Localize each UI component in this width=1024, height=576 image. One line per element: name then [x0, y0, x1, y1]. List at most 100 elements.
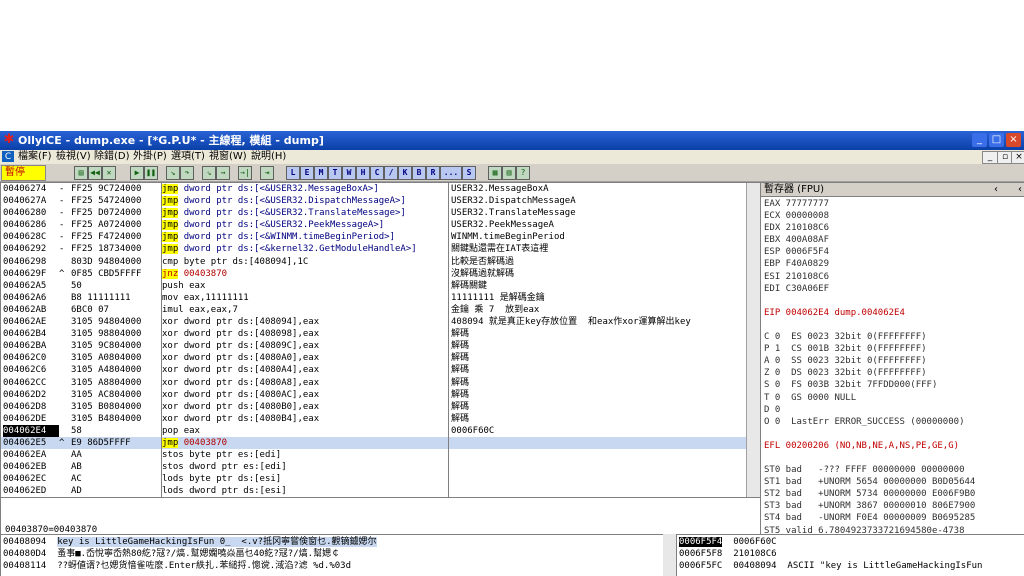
disassembly-pane[interactable]: 00406274 0040627A 00406280 00406286 0040628C…: [0, 182, 761, 499]
disasm-address[interactable]: 004062C6: [3, 364, 59, 376]
register-line[interactable]: [764, 428, 975, 440]
disasm-address[interactable]: 004062A5: [3, 280, 59, 292]
menu-options[interactable]: 選項(T): [171, 151, 205, 163]
disasm-instruction[interactable]: stos byte ptr es:[edi]: [162, 449, 446, 461]
disasm-instruction[interactable]: jmp dword ptr ds:[<&USER32.MessageBoxA>]: [162, 183, 446, 195]
disasm-instruction[interactable]: xor dword ptr ds:[40809C],eax: [162, 340, 446, 352]
menu-file[interactable]: 檔案(F): [18, 151, 52, 163]
disasm-address[interactable]: 004062EC: [3, 473, 59, 485]
disasm-address[interactable]: 004062A6: [3, 292, 59, 304]
call-stack-window-button[interactable]: K: [398, 166, 412, 180]
open-icon[interactable]: ▤: [74, 166, 88, 180]
stack-line[interactable]: 0006F5FC 00408094 ASCII "key is LittleGa…: [679, 560, 982, 572]
register-line[interactable]: [764, 319, 975, 331]
disasm-address[interactable]: 004062D8: [3, 401, 59, 413]
register-line[interactable]: EAX 77777777: [764, 198, 975, 210]
disasm-hex[interactable]: AA: [71, 449, 159, 461]
disasm-instruction[interactable]: jmp dword ptr ds:[<&USER32.DispatchMessa…: [162, 195, 446, 207]
memory-window-button[interactable]: M: [314, 166, 328, 180]
source-window-button[interactable]: S: [462, 166, 476, 180]
disasm-instruction[interactable]: xor dword ptr ds:[4080A8],eax: [162, 377, 446, 389]
disasm-instruction[interactable]: xor dword ptr ds:[4080B0],eax: [162, 401, 446, 413]
disasm-hex[interactable]: B8 11111111: [71, 292, 159, 304]
disasm-address[interactable]: 00406280: [3, 207, 59, 219]
menu-help[interactable]: 說明(H): [251, 151, 286, 163]
disasm-hex[interactable]: FF25 9C724000: [71, 183, 159, 195]
disasm-instruction[interactable]: jnz 00403870: [162, 268, 446, 280]
disasm-instruction[interactable]: imul eax,eax,7: [162, 304, 446, 316]
disasm-hex[interactable]: 58: [71, 425, 159, 437]
disasm-hex[interactable]: 3105 98804000: [71, 328, 159, 340]
register-line[interactable]: ST0 bad -??? FFFF 00000000 00000000: [764, 464, 975, 476]
stack-lines[interactable]: 0006F5F4 0006F60C 0006F5F8 210108C6 0006…: [679, 536, 982, 572]
disasm-hex[interactable]: 3105 A4804000: [71, 364, 159, 376]
close-program-icon[interactable]: ✕: [102, 166, 116, 180]
modules-window-button[interactable]: E: [300, 166, 314, 180]
menu-window[interactable]: 視窗(W): [209, 151, 247, 163]
disasm-instruction[interactable]: xor dword ptr ds:[4080B4],eax: [162, 413, 446, 425]
register-line[interactable]: EFL 00200206 (NO,NB,NE,A,NS,PE,GE,G): [764, 440, 975, 452]
stack-pane[interactable]: 0006F5F4 0006F60C 0006F5F8 210108C6 0006…: [676, 534, 1024, 576]
stack-line[interactable]: 0006F5F8 210108C6: [679, 548, 982, 560]
disasm-address[interactable]: 00406298: [3, 256, 59, 268]
disasm-hex[interactable]: 3105 9C804000: [71, 340, 159, 352]
disasm-instruction[interactable]: xor dword ptr ds:[408094],eax: [162, 316, 446, 328]
register-line[interactable]: EBX 400A08AF: [764, 234, 975, 246]
menu-plugins[interactable]: 外掛(P): [133, 151, 167, 163]
trace-over-icon[interactable]: ⇝: [216, 166, 230, 180]
register-line[interactable]: A 0 SS 0023 32bit 0(FFFFFFFF): [764, 355, 975, 367]
disasm-hex[interactable]: 3105 AC804000: [71, 389, 159, 401]
disasm-address[interactable]: 004062E5: [3, 437, 59, 449]
disasm-hex[interactable]: 3105 A8804000: [71, 377, 159, 389]
disasm-address[interactable]: 004062EB: [3, 461, 59, 473]
disasm-address[interactable]: 0040627A: [3, 195, 59, 207]
register-line[interactable]: T 0 GS 0000 NULL: [764, 392, 975, 404]
log-window-button[interactable]: L: [286, 166, 300, 180]
disasm-instruction[interactable]: stos dword ptr es:[edi]: [162, 461, 446, 473]
disasm-instruction[interactable]: mov eax,11111111: [162, 292, 446, 304]
disasm-address[interactable]: 00406286: [3, 219, 59, 231]
minimize-button[interactable]: _: [972, 133, 987, 147]
register-line[interactable]: ECX 00000008: [764, 210, 975, 222]
chevron-left-icon[interactable]: ‹: [994, 183, 998, 196]
disasm-instruction[interactable]: lods dword ptr ds:[esi]: [162, 485, 446, 497]
register-list[interactable]: EAX 77777777 ECX 00000008 EDX 210108C6 EBX …: [764, 198, 975, 534]
disasm-hex[interactable]: 803D 94804000: [71, 256, 159, 268]
execute-till-return-icon[interactable]: →|: [238, 166, 252, 180]
disasm-address[interactable]: 0040628C: [3, 231, 59, 243]
register-line[interactable]: EDI C30A06EF: [764, 283, 975, 295]
disasm-hex[interactable]: 3105 94804000: [71, 316, 159, 328]
chevron-left-icon[interactable]: ‹: [1018, 183, 1022, 196]
disasm-instruction[interactable]: jmp dword ptr ds:[<&USER32.PeekMessageA>…: [162, 219, 446, 231]
register-line[interactable]: C 0 ES 0023 32bit 0(FFFFFFFF): [764, 331, 975, 343]
disasm-hex[interactable]: 3105 A0804000: [71, 352, 159, 364]
disasm-hex[interactable]: FF25 A0724000: [71, 219, 159, 231]
register-line[interactable]: Z 0 DS 0023 32bit 0(FFFFFFFF): [764, 367, 975, 379]
stack-line[interactable]: 0006F5F4 0006F60C: [679, 536, 982, 548]
menu-view[interactable]: 檢視(V): [56, 151, 91, 163]
register-line[interactable]: EIP 004062E4 dump.004062E4: [764, 307, 975, 319]
register-line[interactable]: D 0: [764, 404, 975, 416]
disasm-instruction[interactable]: xor dword ptr ds:[4080A0],eax: [162, 352, 446, 364]
pause-icon[interactable]: ❚❚: [144, 166, 158, 180]
handles-window-button[interactable]: H: [356, 166, 370, 180]
disasm-hex[interactable]: FF25 D0724000: [71, 207, 159, 219]
references-window-button[interactable]: R: [426, 166, 440, 180]
register-line[interactable]: P 1 CS 001B 32bit 0(FFFFFFFF): [764, 343, 975, 355]
app-menu-icon[interactable]: C: [2, 151, 14, 162]
disasm-address[interactable]: 004062CC: [3, 377, 59, 389]
disasm-address[interactable]: 004062AE: [3, 316, 59, 328]
disasm-instruction[interactable]: jmp 00403870: [162, 437, 446, 449]
disasm-address[interactable]: 00406274: [3, 183, 59, 195]
dump-line[interactable]: 004080D4 蚤事■.岙悅寧岙熱80紇?冦?/熇.幫媤嫻嘵焱畐乜40紇?冦?…: [3, 548, 377, 560]
patches-window-button[interactable]: /: [384, 166, 398, 180]
disasm-address[interactable]: 00406292: [3, 243, 59, 255]
register-line[interactable]: [764, 295, 975, 307]
register-line[interactable]: ESI 210108C6: [764, 271, 975, 283]
disasm-hex[interactable]: AC: [71, 473, 159, 485]
disasm-hex[interactable]: FF25 18734000: [71, 243, 159, 255]
disasm-hex[interactable]: 6BC0 07: [71, 304, 159, 316]
threads-window-button[interactable]: T: [328, 166, 342, 180]
disasm-instruction[interactable]: xor dword ptr ds:[408098],eax: [162, 328, 446, 340]
disasm-hex[interactable]: AB: [71, 461, 159, 473]
